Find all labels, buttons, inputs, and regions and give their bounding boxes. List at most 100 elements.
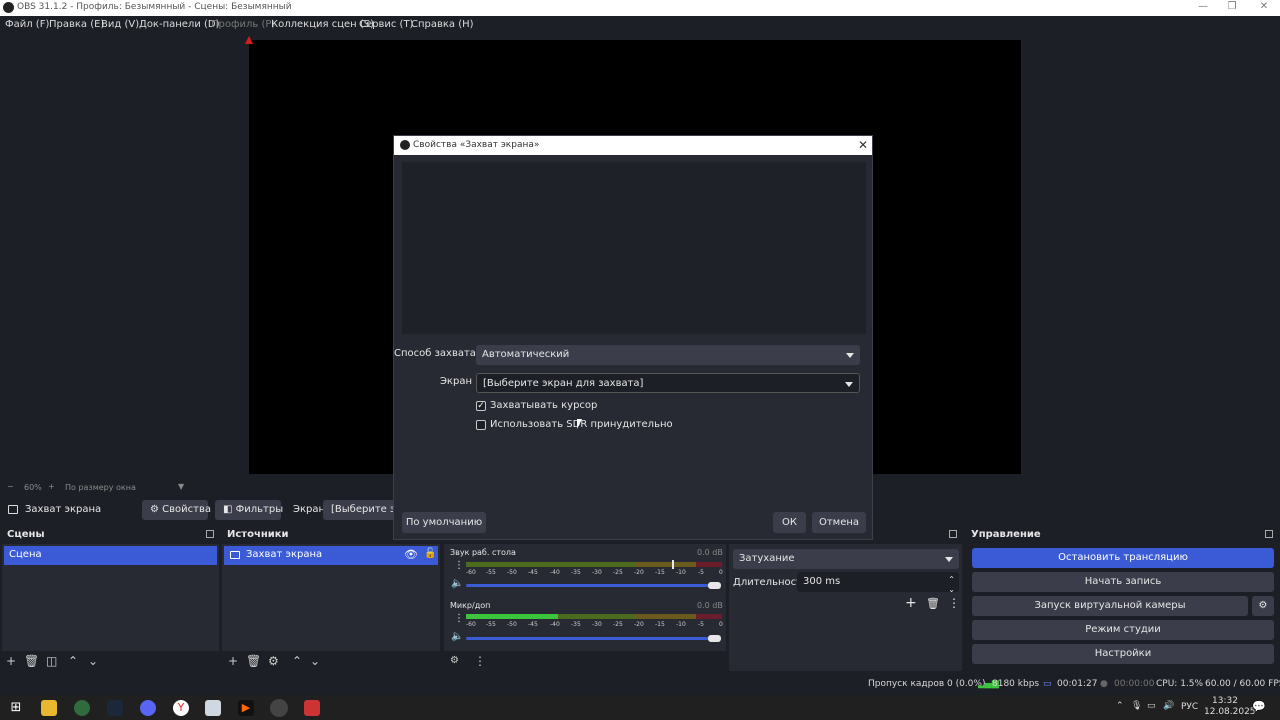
cancel-button[interactable]: Отмена (812, 512, 866, 533)
defaults-button[interactable]: По умолчанию (402, 512, 486, 533)
stream-icon: ▭ (1043, 679, 1052, 689)
dialog-titlebar: Свойства «Захват экрана» ✕ (394, 136, 872, 155)
volume-icon[interactable]: 🔊 (1163, 701, 1174, 711)
menu-edit[interactable]: Правка (E) (49, 19, 104, 30)
studio-mode-button[interactable]: Режим студии (972, 620, 1274, 640)
move-down-icon[interactable]: ⌄ (310, 654, 320, 668)
volume-meter-clip (696, 562, 722, 567)
filters-icon[interactable]: ◫ (46, 654, 57, 668)
start-virtual-camera-button[interactable]: Запуск виртуальной камеры (972, 596, 1248, 616)
speaker-icon[interactable]: 🔈 (451, 578, 463, 589)
capture-cursor-label[interactable]: Захватывать курсор (490, 400, 597, 411)
speaker-icon[interactable]: 🔈 (451, 631, 463, 642)
menu-profile[interactable]: Профиль (P) (211, 19, 275, 30)
discord-icon[interactable] (140, 700, 156, 716)
undock-icon[interactable] (1265, 530, 1273, 538)
menu-help[interactable]: Справка (H) (411, 19, 474, 30)
volume-slider[interactable] (466, 637, 716, 640)
capture-method-select[interactable]: Автоматический (476, 345, 860, 365)
trash-icon[interactable]: 🗑 (926, 597, 940, 610)
window-app-icon[interactable] (205, 700, 221, 716)
screen-select[interactable]: [Выберите экра (323, 500, 395, 520)
minimize-icon[interactable]: — (1189, 0, 1217, 16)
tray-chevron-icon[interactable]: ⌃ (1116, 701, 1124, 711)
menu-bar: Файл (F) Правка (E) Вид (V) Док-панели (… (0, 16, 1280, 34)
file-explorer-icon[interactable] (41, 700, 57, 716)
channel-db: 0.0 dB (697, 601, 723, 610)
volume-slider-knob[interactable] (708, 582, 721, 589)
zoom-in-icon[interactable]: + (48, 482, 55, 491)
volume-slider-knob[interactable] (708, 635, 721, 642)
scene-item[interactable]: Сцена (4, 546, 217, 565)
advanced-audio-icon[interactable]: ⚙ (450, 654, 459, 668)
close-icon[interactable]: ✕ (858, 138, 868, 152)
menu-tools[interactable]: Сервис (T) (359, 19, 413, 30)
trash-icon[interactable]: 🗑 (24, 654, 39, 668)
zoom-out-icon[interactable]: − (7, 482, 14, 491)
settings-button[interactable]: Настройки (972, 644, 1274, 664)
status-bar: Пропуск кадров 0 (0.0%) ▂▄▆ 8180 kbps ▭ … (0, 671, 1280, 695)
microphone-icon[interactable]: 🎙 (1131, 701, 1142, 711)
eye-icon[interactable]: 👁 (404, 548, 418, 561)
app-icon[interactable] (74, 700, 90, 716)
language-indicator[interactable]: РУС (1181, 702, 1198, 712)
lock-icon[interactable]: 🔓 (424, 548, 436, 559)
ok-button[interactable]: ОК (773, 512, 806, 533)
media-app-icon[interactable]: ▶ (238, 700, 254, 716)
screen-select[interactable]: [Выберите экран для захвата] (476, 373, 860, 393)
move-up-icon[interactable]: ⌃ (292, 654, 302, 668)
network-icon[interactable]: ▭ (1147, 701, 1156, 711)
start-recording-button[interactable]: Начать запись (972, 572, 1274, 592)
volume-slider[interactable] (466, 584, 716, 587)
menu-docks[interactable]: Док-панели (D) (139, 19, 220, 30)
undock-icon[interactable] (949, 530, 957, 538)
add-icon[interactable]: + (6, 654, 16, 668)
kebab-menu-icon[interactable]: ⋮ (948, 596, 960, 610)
restore-icon[interactable]: ❐ (1218, 0, 1246, 16)
yandex-browser-icon[interactable]: Y (173, 700, 189, 716)
steam-icon[interactable] (107, 700, 123, 716)
kebab-menu-icon[interactable]: ⋮ (474, 654, 486, 668)
chevron-down-icon (945, 557, 953, 562)
zoom-mode[interactable]: По размеру окна (65, 483, 136, 492)
trash-icon[interactable]: 🗑 (246, 654, 261, 668)
add-icon[interactable]: + (905, 595, 917, 611)
screen-label: Экран (293, 504, 326, 515)
menu-view[interactable]: Вид (V) (101, 19, 139, 30)
capture-cursor-checkbox[interactable]: ✓ (476, 401, 486, 411)
close-icon[interactable]: ✕ (1250, 0, 1278, 16)
transition-type-select[interactable]: Затухание (733, 549, 959, 569)
clock-date[interactable]: 12.08.2025 (1204, 707, 1256, 717)
monitor-icon (230, 551, 240, 559)
kebab-menu-icon[interactable]: ⋮ (454, 560, 464, 571)
move-up-icon[interactable]: ⌃ (68, 654, 78, 668)
duration-spinbox[interactable]: 300 ms ⌃ ⌄ (797, 572, 959, 594)
volume-meter-active (466, 614, 558, 619)
transition-type-value: Затухание (739, 553, 795, 564)
source-item[interactable]: Захват экрана 👁 🔓 (224, 546, 438, 565)
dialog-preview (402, 162, 866, 334)
channel-db: 0.0 dB (697, 548, 723, 557)
zoom-dropdown-icon[interactable]: ▼ (178, 482, 184, 491)
record-time: 00:00:00 (1114, 679, 1155, 689)
move-down-icon[interactable]: ⌄ (88, 654, 98, 668)
kebab-menu-icon[interactable]: ⋮ (454, 613, 464, 624)
gear-icon[interactable]: ⚙ (268, 654, 279, 668)
window-title: OBS 31.1.2 - Профиль: Безымянный - Сцены… (17, 2, 292, 12)
virtual-camera-settings-button[interactable]: ⚙ (1252, 596, 1274, 616)
clock-time[interactable]: 13:32 (1212, 696, 1238, 706)
properties-button[interactable]: ⚙ Свойства (142, 500, 211, 520)
notifications-icon[interactable]: 💬 (1252, 700, 1266, 713)
add-icon[interactable]: + (228, 654, 238, 668)
undock-icon[interactable] (206, 530, 214, 538)
fps: 60.00 / 60.00 FPS (1205, 679, 1280, 689)
stop-streaming-button[interactable]: Остановить трансляцию (972, 548, 1274, 568)
dropped-frames: Пропуск кадров 0 (0.0%) (868, 679, 986, 689)
obs-taskbar-icon[interactable] (270, 699, 288, 717)
menu-file[interactable]: Файл (F) (5, 19, 49, 30)
shield-app-icon[interactable] (304, 700, 320, 716)
windows-start-icon[interactable]: ⊞ (8, 700, 24, 716)
force-sdr-checkbox[interactable] (476, 420, 486, 430)
filters-button[interactable]: ◧ Фильтры (215, 500, 283, 520)
cpu-usage: CPU: 1.5% (1156, 679, 1204, 689)
